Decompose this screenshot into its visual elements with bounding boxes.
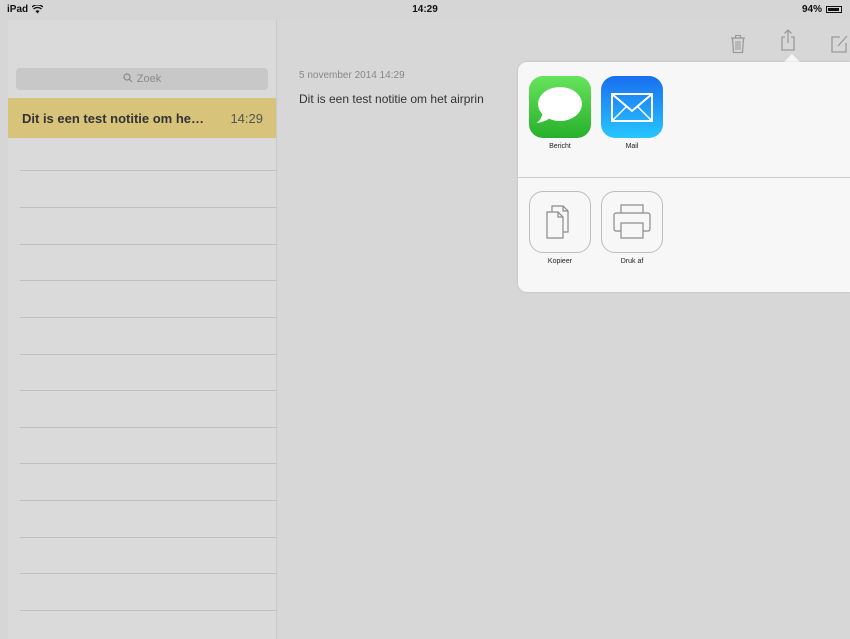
trash-icon[interactable] bbox=[729, 34, 747, 54]
share-action-label: Druk af bbox=[620, 258, 644, 265]
battery-percent: 94% bbox=[801, 4, 822, 15]
compose-icon[interactable] bbox=[829, 34, 848, 54]
list-divider bbox=[20, 280, 276, 281]
list-divider bbox=[20, 610, 276, 611]
note-date: 5 november 2014 14:29 bbox=[299, 70, 405, 81]
battery-fill bbox=[828, 8, 840, 11]
note-title: Dit is een test notitie om he… bbox=[22, 110, 205, 126]
note-list-item-selected[interactable]: Dit is een test notitie om he… 14:29 bbox=[8, 98, 276, 138]
list-divider bbox=[20, 573, 276, 574]
share-action-druk-af[interactable]: Druk af bbox=[600, 191, 664, 265]
list-divider bbox=[20, 500, 276, 501]
list-divider bbox=[20, 170, 276, 171]
status-right: 94% bbox=[802, 4, 842, 15]
mail-icon bbox=[601, 76, 663, 138]
list-divider bbox=[20, 463, 276, 464]
list-divider bbox=[20, 244, 276, 245]
list-divider bbox=[20, 390, 276, 391]
note-time: 14:29 bbox=[230, 110, 263, 126]
share-app-mail[interactable]: Mail bbox=[600, 76, 664, 150]
share-action-kopieer[interactable]: Kopieer bbox=[528, 191, 592, 265]
share-app-label: Bericht bbox=[549, 143, 571, 150]
copy-icon bbox=[529, 191, 591, 253]
battery-icon bbox=[826, 6, 842, 13]
ipad-screen: iPad 14:29 94% Zoek Dit is een test noti… bbox=[0, 0, 850, 639]
list-divider bbox=[20, 317, 276, 318]
search-input[interactable]: Zoek bbox=[16, 68, 268, 90]
print-icon bbox=[601, 191, 663, 253]
share-app-bericht[interactable]: Bericht bbox=[528, 76, 592, 150]
messages-icon bbox=[529, 76, 591, 138]
popover-divider bbox=[518, 177, 850, 178]
share-icon[interactable] bbox=[779, 28, 797, 51]
search-icon bbox=[123, 72, 133, 86]
share-app-label: Mail bbox=[625, 143, 639, 150]
list-divider bbox=[20, 427, 276, 428]
notes-sidebar: Zoek Dit is een test notitie om he… 14:2… bbox=[8, 20, 277, 639]
status-bar: iPad 14:29 94% bbox=[0, 0, 850, 20]
status-time: 14:29 bbox=[412, 4, 438, 15]
share-action-label: Kopieer bbox=[547, 258, 573, 265]
share-sheet-popover: Bericht Mail Kopieer Druk af bbox=[518, 62, 850, 292]
list-divider bbox=[20, 207, 276, 208]
list-divider bbox=[20, 354, 276, 355]
search-placeholder: Zoek bbox=[136, 73, 162, 85]
note-body[interactable]: Dit is een test notitie om het airprin bbox=[299, 92, 484, 106]
list-divider bbox=[20, 537, 276, 538]
